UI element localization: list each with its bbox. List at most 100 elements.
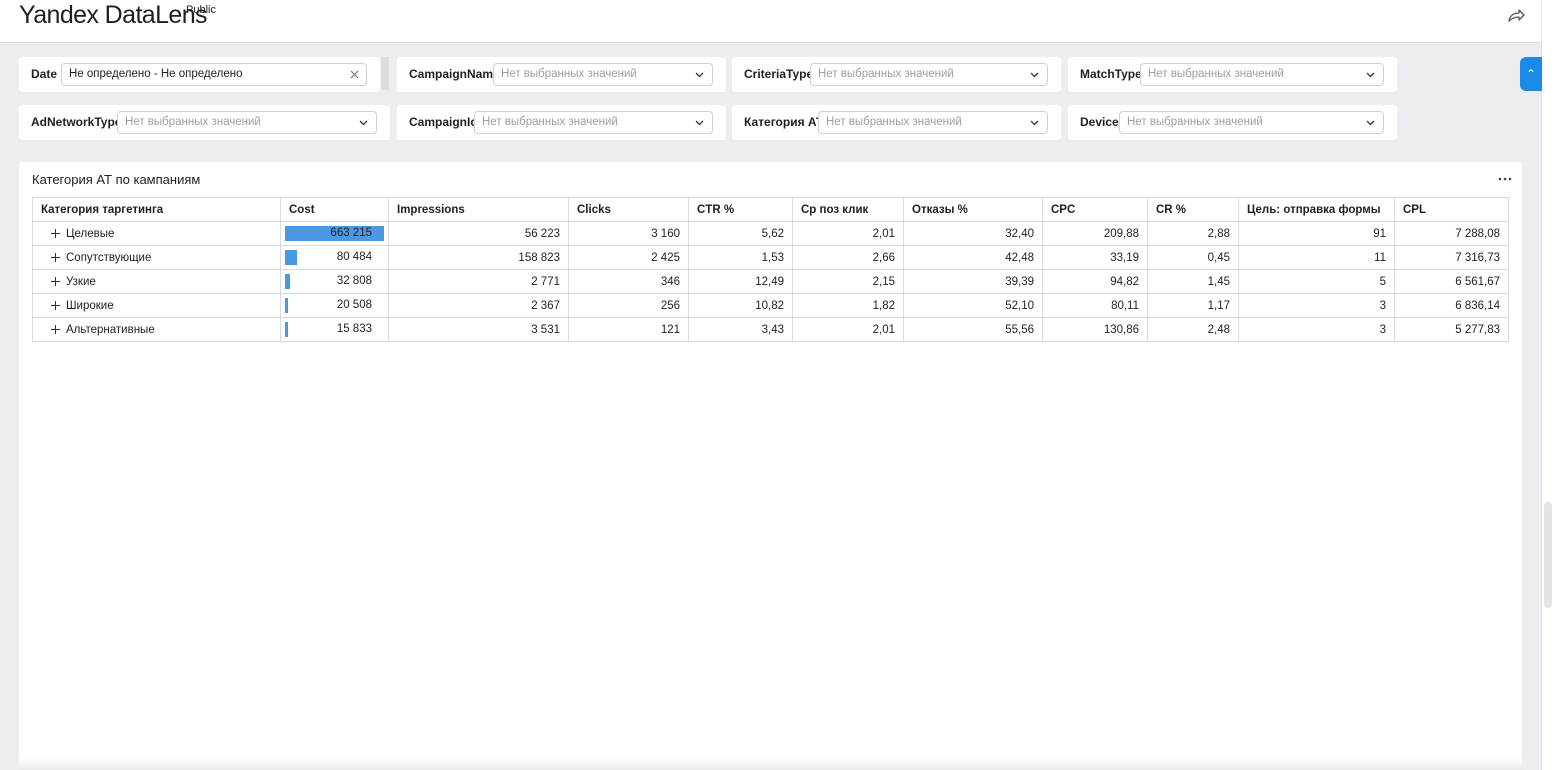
column-header[interactable]: CTR % bbox=[688, 197, 793, 222]
table-row[interactable]: Широкие 20 508 2 367 256 10,82 1,82 52,10 80,11… bbox=[32, 293, 1509, 318]
clear-icon[interactable] bbox=[349, 69, 360, 80]
right-scroll-rail bbox=[1541, 0, 1568, 770]
app-logo[interactable]: Yandex DataLens bbox=[19, 1, 208, 30]
table-row[interactable]: Альтернативные 15 833 3 531 121 3,43 2,01 55,5… bbox=[32, 317, 1509, 342]
cr-cell: 2,88 bbox=[1147, 221, 1239, 246]
column-header[interactable]: Cost bbox=[280, 197, 389, 222]
widget-panel: Категория АТ по кампаниям Категория тарг… bbox=[19, 162, 1522, 770]
match-type-placeholder: Нет выбранных значений bbox=[1148, 68, 1284, 80]
chevron-down-icon bbox=[1030, 120, 1039, 126]
chevron-down-icon bbox=[1366, 120, 1375, 126]
category-cell: Широкие bbox=[32, 293, 281, 318]
filter-campaign-id: CampaignId Нет выбранных значений bbox=[397, 105, 726, 140]
bounce-cell: 55,56 bbox=[903, 317, 1043, 342]
ctr-cell: 12,49 bbox=[688, 269, 793, 294]
cpl-cell: 7 316,73 bbox=[1394, 245, 1509, 270]
expand-plus-icon[interactable] bbox=[51, 228, 60, 238]
criteria-type-select[interactable]: Нет выбранных значений bbox=[810, 63, 1048, 86]
column-header[interactable]: Impressions bbox=[388, 197, 569, 222]
filter-criteria-type: CriteriaType Нет выбранных значений bbox=[732, 57, 1061, 92]
column-header[interactable]: Отказы % bbox=[903, 197, 1043, 222]
panel-title: Категория АТ по кампаниям bbox=[32, 172, 201, 187]
category-cell: Узкие bbox=[32, 269, 281, 294]
expand-plus-icon[interactable] bbox=[51, 276, 60, 286]
table-header-row: Категория таргетинга Cost Impressions Cl… bbox=[32, 197, 1509, 222]
filter-campaign-id-label: CampaignId bbox=[409, 115, 478, 129]
cost-cell: 663 215 bbox=[280, 221, 389, 246]
impressions-cell: 56 223 bbox=[388, 221, 569, 246]
cpc-cell: 130,86 bbox=[1042, 317, 1148, 342]
panel-bottom-shadow bbox=[19, 758, 1522, 770]
chevron-down-icon bbox=[695, 120, 704, 126]
cost-cell: 80 484 bbox=[280, 245, 389, 270]
ellipsis-icon[interactable] bbox=[1497, 171, 1513, 187]
campaign-name-placeholder: Нет выбранных значений bbox=[501, 68, 637, 80]
cpl-cell: 5 277,83 bbox=[1394, 317, 1509, 342]
table-row[interactable]: Целевые 663 215 56 223 3 160 5,62 2,01 32,40 20… bbox=[32, 221, 1509, 246]
filter-date-label: Date bbox=[31, 67, 58, 81]
chevron-down-icon bbox=[359, 120, 368, 126]
clicks-cell: 2 425 bbox=[568, 245, 689, 270]
filter-date: Date Не определено - Не определено bbox=[19, 57, 380, 92]
cost-value: 80 484 bbox=[336, 251, 372, 263]
chevron-down-icon bbox=[1030, 72, 1039, 78]
filter-device: Device Нет выбранных значений bbox=[1068, 105, 1397, 140]
column-header[interactable]: CPL bbox=[1394, 197, 1509, 222]
cost-bar bbox=[285, 298, 288, 313]
ctr-cell: 3,43 bbox=[688, 317, 793, 342]
category-label: Сопутствующие bbox=[66, 251, 152, 264]
impressions-cell: 158 823 bbox=[388, 245, 569, 270]
scrollbar-thumb[interactable] bbox=[1544, 502, 1552, 608]
bounce-cell: 52,10 bbox=[903, 293, 1043, 318]
filter-device-label: Device bbox=[1080, 115, 1119, 129]
cost-value: 32 808 bbox=[336, 275, 372, 287]
device-select[interactable]: Нет выбранных значений bbox=[1119, 111, 1384, 134]
expand-plus-icon[interactable] bbox=[51, 252, 60, 262]
cr-cell: 1,17 bbox=[1147, 293, 1239, 318]
bounce-cell: 42,48 bbox=[903, 245, 1043, 270]
criteria-type-placeholder: Нет выбранных значений bbox=[818, 68, 954, 80]
goal-cell: 91 bbox=[1238, 221, 1395, 246]
chevron-down-icon bbox=[1366, 72, 1375, 78]
clicks-cell: 346 bbox=[568, 269, 689, 294]
share-arrow-icon[interactable] bbox=[1505, 5, 1527, 27]
clicks-cell: 121 bbox=[568, 317, 689, 342]
cpc-cell: 209,88 bbox=[1042, 221, 1148, 246]
campaign-name-select[interactable]: Нет выбранных значений bbox=[493, 63, 713, 86]
column-header[interactable]: CPC bbox=[1042, 197, 1148, 222]
goal-cell: 5 bbox=[1238, 269, 1395, 294]
column-header[interactable]: Цель: отправка формы bbox=[1238, 197, 1395, 222]
ad-network-type-placeholder: Нет выбранных значений bbox=[125, 116, 261, 128]
category-label: Альтернативные bbox=[66, 323, 155, 336]
column-header[interactable]: CR % bbox=[1147, 197, 1239, 222]
pos-cell: 2,15 bbox=[792, 269, 904, 294]
cpc-cell: 94,82 bbox=[1042, 269, 1148, 294]
cost-cell: 32 808 bbox=[280, 269, 389, 294]
column-header[interactable]: Ср поз клик bbox=[792, 197, 904, 222]
cost-value: 15 833 bbox=[336, 323, 372, 335]
cr-cell: 2,48 bbox=[1147, 317, 1239, 342]
category-at-select[interactable]: Нет выбранных значений bbox=[818, 111, 1048, 134]
bounce-cell: 39,39 bbox=[903, 269, 1043, 294]
cost-value: 663 215 bbox=[330, 227, 372, 239]
pos-cell: 1,82 bbox=[792, 293, 904, 318]
campaign-id-placeholder: Нет выбранных значений bbox=[482, 116, 618, 128]
collapse-filters-button[interactable]: ⌃ bbox=[1520, 57, 1542, 91]
match-type-select[interactable]: Нет выбранных значений bbox=[1140, 63, 1384, 86]
column-header[interactable]: Категория таргетинга bbox=[32, 197, 281, 222]
table-row[interactable]: Сопутствующие 80 484 158 823 2 425 1,53 2,66 4… bbox=[32, 245, 1509, 270]
ctr-cell: 5,62 bbox=[688, 221, 793, 246]
filter-divider bbox=[381, 57, 389, 90]
expand-plus-icon[interactable] bbox=[51, 324, 60, 334]
column-header[interactable]: Clicks bbox=[568, 197, 689, 222]
pos-cell: 2,01 bbox=[792, 317, 904, 342]
category-cell: Целевые bbox=[32, 221, 281, 246]
ctr-cell: 1,53 bbox=[688, 245, 793, 270]
campaign-id-select[interactable]: Нет выбранных значений bbox=[474, 111, 713, 134]
cpl-cell: 6 561,67 bbox=[1394, 269, 1509, 294]
date-range-field[interactable]: Не определено - Не определено bbox=[61, 63, 367, 86]
ad-network-type-select[interactable]: Нет выбранных значений bbox=[117, 111, 377, 134]
cost-value: 20 508 bbox=[336, 299, 372, 311]
expand-plus-icon[interactable] bbox=[51, 300, 60, 310]
table-row[interactable]: Узкие 32 808 2 771 346 12,49 2,15 39,39 94,82 1,… bbox=[32, 269, 1509, 294]
